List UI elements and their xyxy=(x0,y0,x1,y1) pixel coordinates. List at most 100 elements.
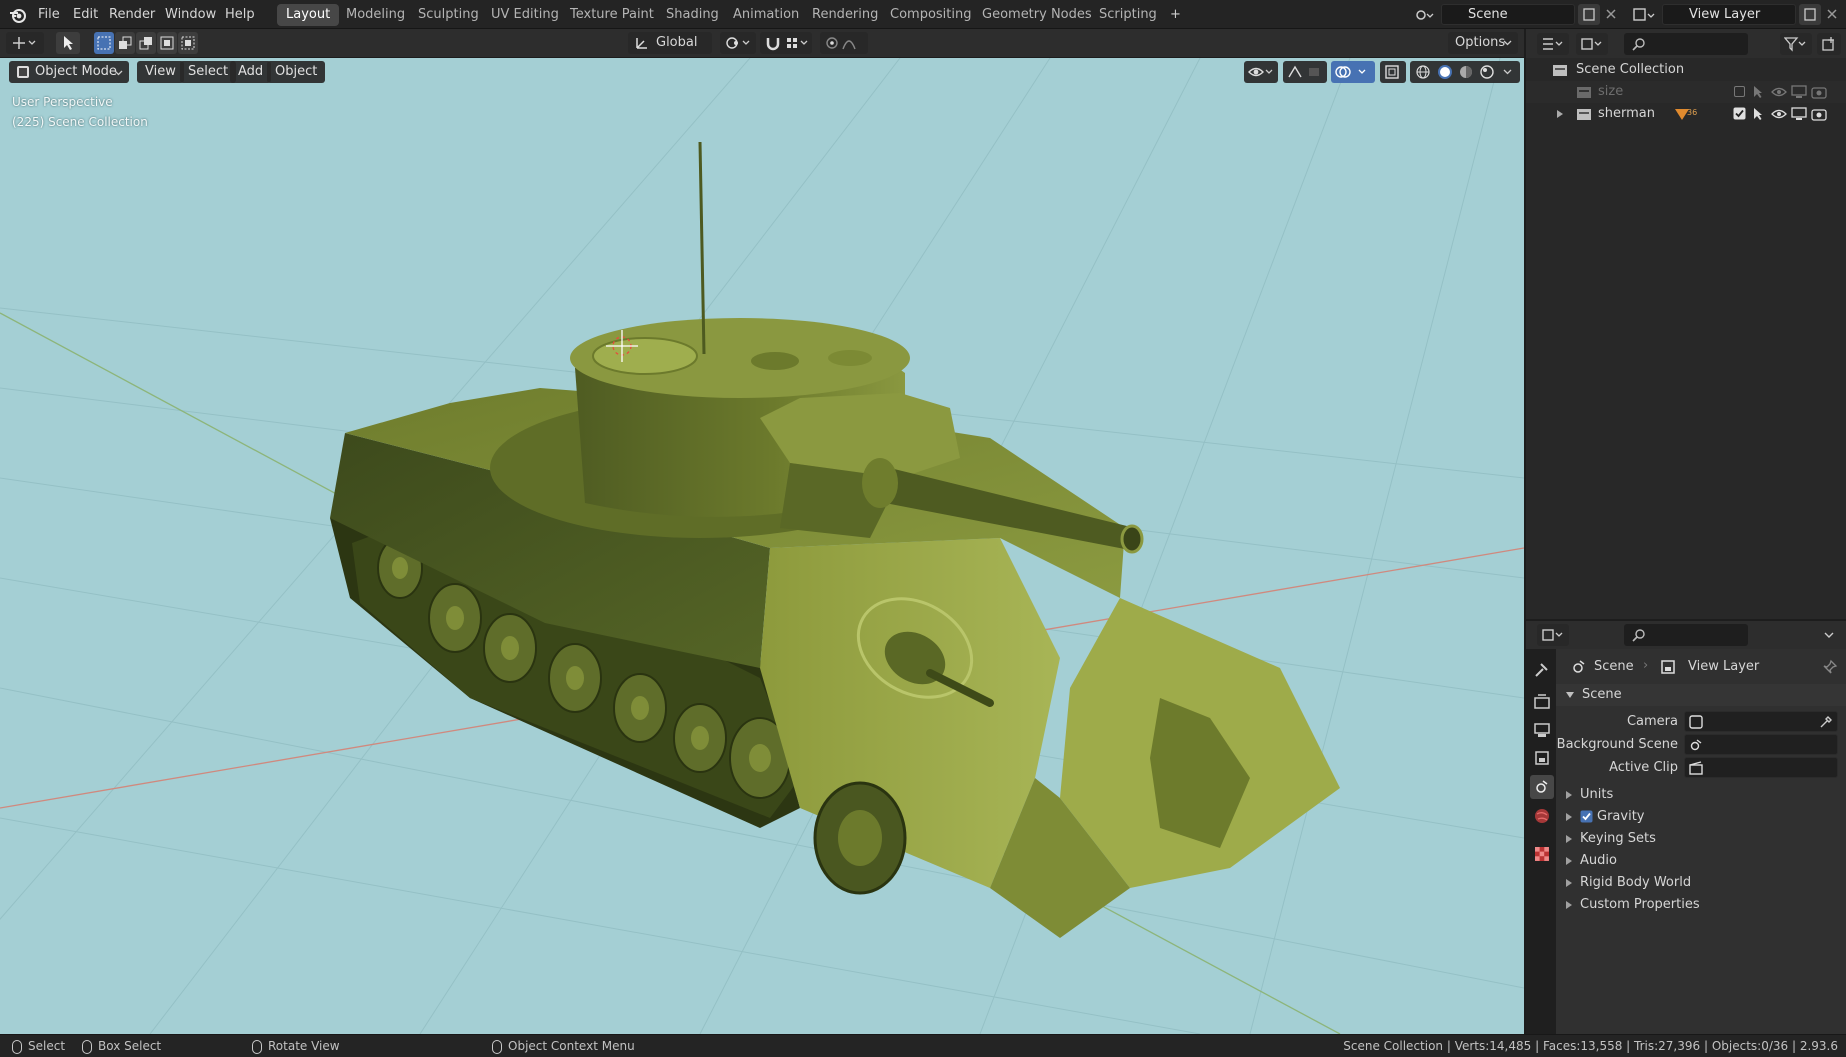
viewlayer-browse-icon[interactable] xyxy=(1630,4,1655,25)
render-tab-icon[interactable] xyxy=(1533,693,1551,711)
rigid-body-world-panel-header[interactable]: Rigid Body World xyxy=(1556,872,1846,894)
tab-sculpting[interactable]: Sculpting xyxy=(409,4,488,26)
view-layer-tab-icon[interactable] xyxy=(1533,749,1551,767)
chevron-down-icon[interactable] xyxy=(1824,632,1834,639)
interaction-mode-dropdown[interactable]: Object Mode xyxy=(9,61,129,83)
select-box-mode-button[interactable] xyxy=(94,32,114,54)
outliner-filter-dropdown[interactable] xyxy=(1780,33,1812,55)
proportional-editing-toggle[interactable] xyxy=(820,32,868,54)
scene-section-title: Scene xyxy=(1582,687,1622,702)
xray-toggle[interactable] xyxy=(1380,61,1406,83)
camera-field[interactable] xyxy=(1684,711,1838,732)
exclude-checkbox-size[interactable] xyxy=(1734,86,1745,97)
gravity-checkbox-checked-icon[interactable] xyxy=(1580,810,1593,823)
object-menu[interactable]: Object xyxy=(267,61,326,83)
visibility-dropdown[interactable] xyxy=(1244,61,1278,83)
tab-scripting[interactable]: Scripting xyxy=(1090,4,1166,26)
outliner-row-size[interactable]: size xyxy=(1526,81,1846,103)
monitor-icon[interactable] xyxy=(1791,107,1807,121)
eyedropper-icon[interactable] xyxy=(1819,715,1833,729)
options-dropdown[interactable]: Options xyxy=(1448,32,1518,54)
outliner-row-sherman[interactable]: sherman 36 xyxy=(1526,103,1846,125)
eye-icon[interactable] xyxy=(1771,86,1787,98)
outliner-editor-type[interactable] xyxy=(1537,33,1569,55)
outliner-row-scene-collection[interactable]: Scene Collection xyxy=(1526,59,1846,81)
material-shading-icon[interactable] xyxy=(1459,65,1473,79)
add-workspace-button[interactable]: + xyxy=(1161,4,1190,26)
new-scene-button[interactable] xyxy=(1578,4,1600,25)
pin-icon[interactable] xyxy=(1822,659,1838,675)
status-box-select-label: Box Select xyxy=(98,1039,162,1053)
camera-icon[interactable] xyxy=(1811,85,1827,99)
tab-texture-paint[interactable]: Texture Paint xyxy=(561,4,663,26)
tab-layout[interactable]: Layout xyxy=(277,4,340,26)
properties-search-input[interactable] xyxy=(1624,624,1748,646)
outliner-search-input[interactable] xyxy=(1624,33,1748,55)
texture-tab-icon[interactable] xyxy=(1533,845,1551,863)
viewlayer-selector[interactable]: View Layer xyxy=(1662,4,1796,25)
custom-properties-panel-header[interactable]: Custom Properties xyxy=(1556,894,1846,916)
camera-icon[interactable] xyxy=(1811,107,1827,121)
editor-type-selector[interactable] xyxy=(6,32,44,54)
world-tab-icon[interactable] xyxy=(1533,807,1551,825)
monitor-icon[interactable] xyxy=(1791,85,1807,99)
tab-compositing[interactable]: Compositing xyxy=(881,4,981,26)
status-context-menu-hint: Object Context Menu xyxy=(492,1038,635,1055)
tab-rendering[interactable]: Rendering xyxy=(803,4,887,26)
output-tab-icon[interactable] xyxy=(1533,721,1551,739)
rendered-shading-icon[interactable] xyxy=(1480,65,1494,79)
select-subtract-mode-button[interactable] xyxy=(136,32,156,54)
gravity-panel-header[interactable]: Gravity xyxy=(1556,806,1846,828)
select-extend-mode-button[interactable] xyxy=(115,32,135,54)
tab-shading[interactable]: Shading xyxy=(657,4,728,26)
add-menu[interactable]: Add xyxy=(230,61,272,83)
snap-toggle[interactable] xyxy=(760,32,812,54)
menu-edit[interactable]: Edit xyxy=(73,5,98,25)
audio-panel-title: Audio xyxy=(1580,853,1617,868)
properties-editor-type[interactable] xyxy=(1537,624,1569,646)
eye-icon[interactable] xyxy=(1771,108,1787,120)
select-invert-mode-button[interactable] xyxy=(157,32,177,54)
active-clip-field[interactable] xyxy=(1684,757,1838,778)
solid-shading-icon[interactable] xyxy=(1437,64,1453,80)
wireframe-shading-icon[interactable] xyxy=(1416,65,1430,79)
select-tool-button[interactable] xyxy=(56,32,80,54)
select-arrow-icon[interactable] xyxy=(1751,85,1765,99)
tab-animation[interactable]: Animation xyxy=(724,4,808,26)
delete-scene-icon[interactable] xyxy=(1600,4,1622,25)
menu-render[interactable]: Render xyxy=(109,5,155,25)
gizmo-toggle[interactable] xyxy=(1283,61,1327,83)
scene-tab[interactable] xyxy=(1530,775,1554,799)
tab-uv-editing[interactable]: UV Editing xyxy=(482,4,568,26)
view-menu[interactable]: View xyxy=(137,61,184,83)
menu-file[interactable]: File xyxy=(38,5,60,25)
tab-geometry-nodes[interactable]: Geometry Nodes xyxy=(973,4,1101,26)
transform-orientation-dropdown[interactable]: Global xyxy=(628,32,712,54)
tab-modeling[interactable]: Modeling xyxy=(337,4,414,26)
new-collection-button[interactable] xyxy=(1817,33,1841,55)
select-intersect-mode-button[interactable] xyxy=(178,32,198,54)
audio-panel-header[interactable]: Audio xyxy=(1556,850,1846,872)
pivot-point-dropdown[interactable] xyxy=(720,32,756,54)
3d-viewport[interactable]: Object Mode View Select Add Object User … xyxy=(0,58,1524,1034)
select-menu[interactable]: Select xyxy=(180,61,237,83)
menu-window[interactable]: Window xyxy=(165,5,216,25)
menu-help[interactable]: Help xyxy=(225,5,255,25)
scene-section-header[interactable]: Scene xyxy=(1556,684,1846,706)
overlays-toggle[interactable] xyxy=(1331,61,1375,83)
keying-sets-panel-header[interactable]: Keying Sets xyxy=(1556,828,1846,850)
select-arrow-icon[interactable] xyxy=(1751,107,1765,121)
tool-tab-icon[interactable] xyxy=(1533,661,1551,679)
scene-selector[interactable]: Scene xyxy=(1441,4,1575,25)
mouse-left-icon xyxy=(12,1039,22,1054)
delete-viewlayer-icon[interactable] xyxy=(1821,4,1843,25)
expand-arrow-icon[interactable] xyxy=(1556,110,1564,118)
blender-logo-icon[interactable] xyxy=(9,6,27,24)
new-viewlayer-button[interactable] xyxy=(1799,4,1821,25)
shading-options-chevron-icon[interactable] xyxy=(1503,69,1512,75)
scene-browse-icon[interactable] xyxy=(1413,4,1435,25)
background-scene-field[interactable] xyxy=(1684,734,1838,755)
outliner-display-mode[interactable] xyxy=(1576,33,1608,55)
exclude-checkbox-checked-icon[interactable] xyxy=(1733,107,1746,120)
units-panel-header[interactable]: Units xyxy=(1556,784,1846,806)
